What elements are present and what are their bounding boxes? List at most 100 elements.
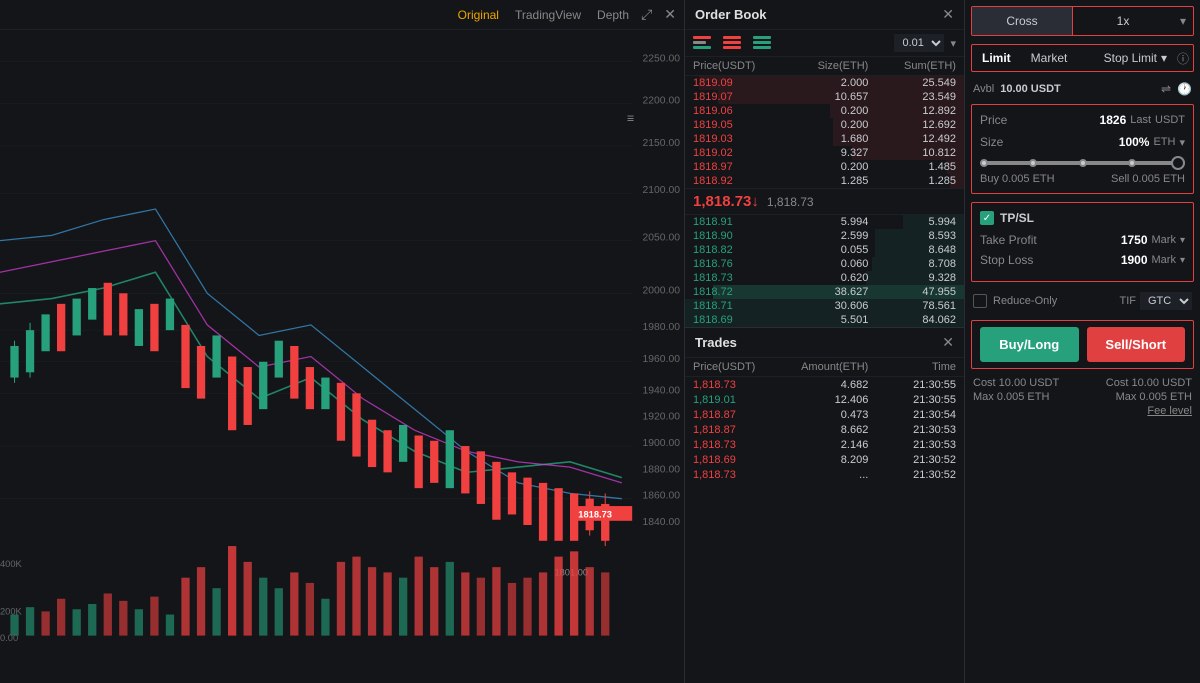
- size-input-group[interactable]: 100% ETH ▾: [1119, 135, 1185, 149]
- stop-limit-dropdown[interactable]: Stop Limit ▾: [1098, 51, 1173, 65]
- controls-expand-icon[interactable]: ▾: [1173, 14, 1193, 28]
- svg-text:2050.00: 2050.00: [643, 233, 681, 244]
- order-book-section: Order Book ✕ 0.01 0.05: [685, 0, 964, 327]
- stop-loss-row: Stop Loss 1900 Mark ▾: [980, 253, 1185, 267]
- history-icon[interactable]: 🕐: [1177, 82, 1192, 96]
- svg-text:0.00: 0.00: [0, 632, 18, 643]
- take-profit-input[interactable]: 1750 Mark ▾: [1121, 233, 1185, 247]
- ask-row[interactable]: 1819.07 10.657 23.549: [685, 90, 964, 104]
- ob-view-buy-icon[interactable]: [753, 36, 771, 50]
- stop-loss-input[interactable]: 1900 Mark ▾: [1121, 253, 1185, 267]
- tab-market[interactable]: Market: [1021, 45, 1078, 71]
- slider-thumb[interactable]: [1171, 156, 1185, 170]
- cost-buy-label: Cost 10.00 USDT: [973, 377, 1082, 389]
- sell-short-button[interactable]: Sell/Short: [1087, 327, 1186, 362]
- chart-area: Original TradingView Depth ⤢ ✕ 2250.00 2…: [0, 0, 685, 683]
- take-profit-dropdown-icon[interactable]: ▾: [1180, 235, 1185, 246]
- tif-group: TIF GTC IOC FOK: [1120, 292, 1193, 310]
- svg-text:≡: ≡: [627, 112, 634, 126]
- svg-text:1940.00: 1940.00: [643, 385, 681, 396]
- bid-row[interactable]: 1818.76 0.060 8.708: [685, 257, 964, 271]
- tpsl-checkbox[interactable]: ✓: [980, 211, 994, 225]
- ob-col-sum: Sum(ETH): [868, 60, 956, 72]
- bid-row[interactable]: 1818.91 5.994 5.994: [685, 215, 964, 229]
- trades-title: Trades: [695, 335, 737, 350]
- chart-tabs: Original TradingView Depth: [458, 8, 629, 22]
- stop-loss-dropdown-icon[interactable]: ▾: [1180, 255, 1185, 266]
- chart-toolbar: Original TradingView Depth ⤢ ✕: [0, 0, 684, 30]
- leverage-button[interactable]: 1x: [1073, 7, 1173, 35]
- size-dropdown-icon[interactable]: ▾: [1179, 136, 1185, 149]
- trades-col-price: Price(USDT): [693, 361, 781, 373]
- slider-dot-75[interactable]: [1128, 159, 1136, 167]
- ob-size-arrow[interactable]: ▾: [950, 37, 956, 50]
- svg-text:1920.00: 1920.00: [643, 412, 681, 423]
- buy-long-button[interactable]: Buy/Long: [980, 327, 1079, 362]
- price-input-group[interactable]: 1826 Last USDT: [1100, 113, 1185, 127]
- tif-label: TIF: [1120, 295, 1137, 307]
- trades-close-icon[interactable]: ✕: [942, 334, 954, 351]
- size-currency[interactable]: ETH: [1153, 136, 1175, 148]
- take-profit-label: Take Profit: [980, 233, 1037, 247]
- action-buttons: Buy/Long Sell/Short: [971, 320, 1194, 369]
- ask-row[interactable]: 1819.09 2.000 25.549: [685, 76, 964, 90]
- trade-row: 1,818.69 8.209 21:30:52: [685, 452, 964, 467]
- stop-loss-label: Stop Loss: [980, 253, 1033, 267]
- margin-leverage-controls: Cross 1x ▾: [971, 6, 1194, 36]
- ob-view-both-icon[interactable]: [693, 36, 711, 50]
- ob-col-price: Price(USDT): [693, 60, 781, 72]
- svg-text:1840.00: 1840.00: [643, 517, 681, 528]
- tab-depth[interactable]: Depth: [597, 8, 629, 22]
- cross-button[interactable]: Cross: [972, 7, 1072, 35]
- mid-price-secondary: 1,818.73: [767, 195, 814, 209]
- ask-row[interactable]: 1818.92 1.285 1.285: [685, 174, 964, 188]
- size-value: 100%: [1119, 135, 1150, 149]
- bid-row[interactable]: 1818.82 0.055 8.648: [685, 243, 964, 257]
- reduce-only-checkbox[interactable]: [973, 294, 987, 308]
- transfer-icon[interactable]: ⇌: [1161, 82, 1171, 96]
- ask-row[interactable]: 1819.03 1.680 12.492: [685, 132, 964, 146]
- available-balance-row: Avbl 10.00 USDT ⇌ 🕐: [965, 78, 1200, 100]
- bid-row[interactable]: 1818.72 38.627 47.955: [685, 285, 964, 299]
- ask-row[interactable]: 1819.05 0.200 12.692: [685, 118, 964, 132]
- svg-text:1818.73: 1818.73: [578, 509, 612, 520]
- trade-row: 1,818.73 2.146 21:30:53: [685, 437, 964, 452]
- reduce-only-row: Reduce-Only TIF GTC IOC FOK: [965, 286, 1200, 316]
- svg-text:2100.00: 2100.00: [643, 185, 681, 196]
- ask-rows: 1819.09 2.000 25.549 1819.07 10.657 23.5…: [685, 76, 964, 188]
- svg-text:2000.00: 2000.00: [643, 285, 681, 296]
- fee-level-link[interactable]: Fee level: [1084, 405, 1193, 417]
- tpsl-box: ✓ TP/SL Take Profit 1750 Mark ▾ Stop Los…: [971, 202, 1194, 282]
- buy-sell-row: Buy 0.005 ETH Sell 0.005 ETH: [980, 173, 1185, 185]
- bid-row[interactable]: 1818.71 30.606 78.561: [685, 299, 964, 313]
- size-slider[interactable]: [980, 157, 1185, 173]
- expand-icon[interactable]: ⤢: [641, 6, 652, 23]
- avbl-value: 10.00 USDT: [1000, 83, 1061, 95]
- svg-text:2150.00: 2150.00: [643, 138, 681, 149]
- tab-limit[interactable]: Limit: [972, 45, 1021, 71]
- ask-row[interactable]: 1818.97 0.200 1.485: [685, 160, 964, 174]
- close-chart-icon[interactable]: ✕: [664, 6, 676, 23]
- ask-row[interactable]: 1819.06 0.200 12.892: [685, 104, 964, 118]
- order-book-close-icon[interactable]: ✕: [942, 6, 954, 23]
- order-type-info-icon[interactable]: ⓘ: [1173, 50, 1193, 67]
- tif-select[interactable]: GTC IOC FOK: [1140, 292, 1192, 310]
- ob-view-sell-icon[interactable]: [723, 36, 741, 50]
- size-label: Size: [980, 135, 1003, 149]
- slider-dot-25[interactable]: [1029, 159, 1037, 167]
- bid-row[interactable]: 1818.90 2.599 8.593: [685, 229, 964, 243]
- stop-loss-value: 1900: [1121, 253, 1148, 267]
- trades-column-headers: Price(USDT) Amount(ETH) Time: [685, 358, 964, 377]
- bid-row[interactable]: 1818.69 5.501 84.062: [685, 313, 964, 327]
- ask-row[interactable]: 1819.02 9.327 10.812: [685, 146, 964, 160]
- bid-row[interactable]: 1818.73 0.620 9.328: [685, 271, 964, 285]
- ob-size-select[interactable]: 0.01 0.05 0.10: [894, 34, 944, 52]
- tpsl-header: ✓ TP/SL: [980, 211, 1185, 225]
- slider-dot-50[interactable]: [1079, 159, 1087, 167]
- tab-original[interactable]: Original: [458, 8, 499, 22]
- price-value: 1826: [1100, 113, 1127, 127]
- trade-rows-container: 1,818.73 4.682 21:30:55 1,819.01 12.406 …: [685, 377, 964, 482]
- tab-tradingview[interactable]: TradingView: [515, 8, 581, 22]
- trades-panel: Trades ✕ Price(USDT) Amount(ETH) Time 1,…: [685, 327, 964, 527]
- slider-dot-0[interactable]: [980, 159, 988, 167]
